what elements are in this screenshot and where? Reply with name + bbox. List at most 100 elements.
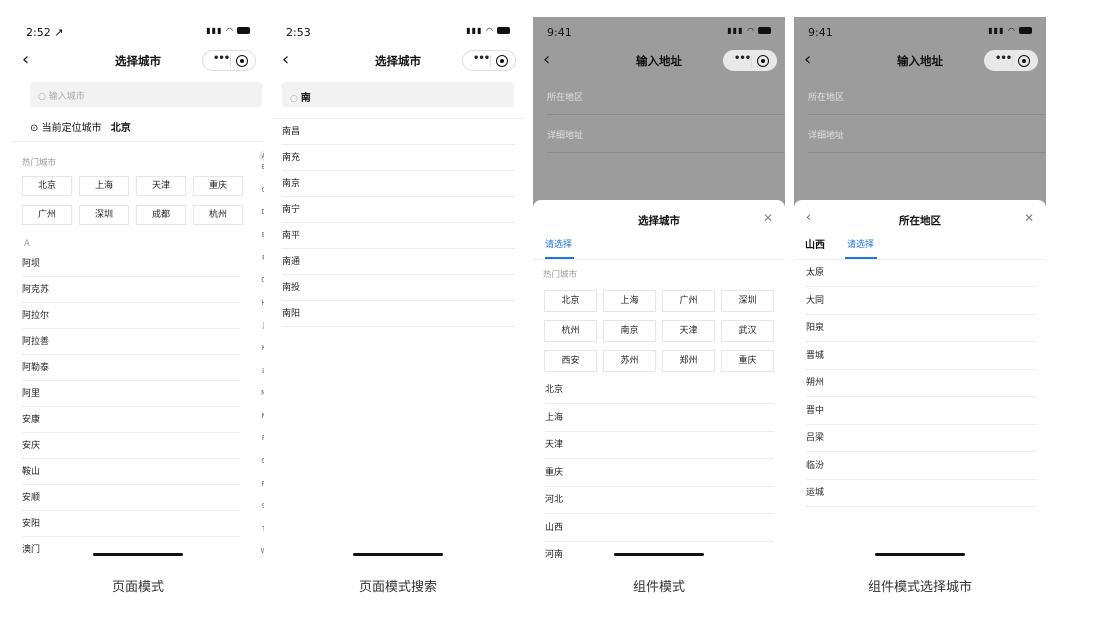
search-result-item[interactable]: 南阳 — [282, 301, 515, 327]
hot-city-button[interactable]: 武汉 — [721, 320, 774, 342]
search-result-item[interactable]: 南通 — [282, 249, 515, 275]
region-field[interactable]: 所在地区 — [808, 77, 1046, 115]
province-list-item[interactable]: 上海 — [545, 405, 774, 432]
index-letter[interactable]: C — [258, 185, 264, 196]
city-list-item[interactable]: 阿拉善 — [22, 329, 240, 355]
index-letter[interactable]: Q — [258, 456, 264, 467]
hot-city-button[interactable]: 天津 — [662, 320, 715, 342]
index-letter[interactable]: P — [258, 433, 264, 444]
detail-address-field[interactable]: 详细地址 — [808, 115, 1046, 153]
index-letter[interactable]: F — [258, 253, 264, 264]
hot-city-button[interactable]: 成都 — [136, 205, 186, 225]
city-list-item[interactable]: 吕梁 — [806, 425, 1036, 452]
hot-city-button[interactable]: 重庆 — [721, 350, 774, 372]
more-icon[interactable]: ••• — [995, 53, 1012, 64]
index-letter[interactable]: B — [258, 162, 264, 173]
hot-city-button[interactable]: 北京 — [22, 176, 72, 196]
search-result-item[interactable]: 南昌 — [282, 119, 515, 145]
city-list-item[interactable]: 临汾 — [806, 453, 1036, 480]
more-icon[interactable]: ••• — [473, 53, 490, 64]
city-search-input[interactable]: ○ 南 — [282, 82, 514, 107]
tab-please-select[interactable]: 请选择 — [847, 237, 874, 250]
index-letter[interactable]: H — [258, 298, 264, 309]
city-list-item[interactable]: 安庆 — [22, 433, 240, 459]
city-list-item[interactable]: 晋中 — [806, 398, 1036, 425]
city-list-item[interactable]: 阳泉 — [806, 315, 1036, 342]
mini-program-capsule[interactable]: ••• — [202, 50, 256, 71]
hot-city-button[interactable]: 广州 — [22, 205, 72, 225]
hot-city-button[interactable]: 上海 — [79, 176, 129, 196]
hot-city-button[interactable]: 深圳 — [79, 205, 129, 225]
province-list-item[interactable]: 山西 — [545, 515, 774, 542]
detail-address-field[interactable]: 详细地址 — [547, 115, 785, 153]
index-letter[interactable]: E — [258, 230, 264, 241]
search-result-item[interactable]: 南充 — [282, 145, 515, 171]
city-list-item[interactable]: 晋城 — [806, 343, 1036, 370]
current-location[interactable]: ⊙ 当前定位城市 北京 — [30, 119, 131, 134]
province-list-item[interactable]: 天津 — [545, 432, 774, 459]
index-letter[interactable]: L — [258, 366, 264, 377]
hot-city-button[interactable]: 杭州 — [544, 320, 597, 342]
city-list-item[interactable]: 阿拉尔 — [22, 303, 240, 329]
search-result-item[interactable]: 南投 — [282, 275, 515, 301]
city-list-item[interactable]: 阿里 — [22, 381, 240, 407]
index-letter[interactable]: K — [258, 343, 264, 354]
close-target-icon[interactable] — [1018, 55, 1030, 67]
mini-program-capsule[interactable]: ••• — [984, 50, 1038, 71]
index-letter[interactable]: G — [258, 275, 264, 286]
close-target-icon[interactable] — [236, 55, 248, 67]
city-list-item[interactable]: 安阳 — [22, 511, 240, 537]
hot-city-button[interactable]: 重庆 — [193, 176, 243, 196]
index-letter[interactable]: N — [258, 411, 264, 422]
index-letter[interactable]: D — [258, 207, 264, 218]
close-target-icon[interactable] — [496, 55, 508, 67]
city-list-item[interactable]: 阿勒泰 — [22, 355, 240, 381]
location-city[interactable]: 北京 — [111, 123, 131, 134]
hot-city-button[interactable]: 广州 — [662, 290, 715, 312]
index-letter[interactable]: J — [258, 320, 264, 331]
hot-city-button[interactable]: 深圳 — [721, 290, 774, 312]
province-list-item[interactable]: 重庆 — [545, 460, 774, 487]
mini-program-capsule[interactable]: ••• — [462, 50, 516, 71]
more-icon[interactable]: ••• — [213, 53, 230, 64]
hot-city-button[interactable]: 北京 — [544, 290, 597, 312]
region-field[interactable]: 所在地区 — [547, 77, 785, 115]
index-letter[interactable]: S — [258, 501, 264, 512]
index-letter[interactable]: A — [259, 151, 264, 161]
hot-city-button[interactable]: 杭州 — [193, 205, 243, 225]
hot-city-button[interactable]: 上海 — [603, 290, 656, 312]
city-list-item[interactable]: 朔州 — [806, 370, 1036, 397]
hot-city-button[interactable]: 苏州 — [603, 350, 656, 372]
more-icon[interactable]: ••• — [734, 53, 751, 64]
index-letter[interactable]: W — [258, 546, 264, 557]
city-list-item[interactable]: 阿克苏 — [22, 277, 240, 303]
hot-city-button[interactable]: 天津 — [136, 176, 186, 196]
index-letter[interactable]: R — [258, 479, 264, 490]
close-icon[interactable]: ✕ — [763, 211, 773, 225]
hot-city-button[interactable]: 西安 — [544, 350, 597, 372]
close-target-icon[interactable] — [757, 55, 769, 67]
hot-city-button[interactable]: 南京 — [603, 320, 656, 342]
mini-program-capsule[interactable]: ••• — [723, 50, 777, 71]
province-list-item[interactable]: 河北 — [545, 487, 774, 514]
city-list-item[interactable]: 鞍山 — [22, 459, 240, 485]
tab-province[interactable]: 山西 — [805, 236, 825, 251]
search-result-item[interactable]: 南宁 — [282, 197, 515, 223]
city-search-input[interactable]: ○ 输入城市 — [30, 82, 262, 107]
tab-please-select[interactable]: 请选择 — [545, 237, 572, 250]
city-list-item[interactable]: 安康 — [22, 407, 240, 433]
index-letter[interactable]: M — [258, 388, 264, 399]
alphabet-index[interactable]: ABCDEFGHJKLMNPQRSTWXYZ — [258, 151, 264, 562]
province-list-item[interactable]: 河南 — [545, 542, 774, 562]
city-list-item[interactable]: 太原 — [806, 260, 1036, 287]
city-list-item[interactable]: 大同 — [806, 288, 1036, 315]
search-result-item[interactable]: 南京 — [282, 171, 515, 197]
province-list-item[interactable]: 北京 — [545, 377, 774, 404]
city-list-item[interactable]: 安顺 — [22, 485, 240, 511]
hot-city-button[interactable]: 郑州 — [662, 350, 715, 372]
index-letter[interactable]: T — [258, 524, 264, 535]
city-list-item[interactable]: 阿坝 — [22, 251, 240, 277]
city-list-item[interactable]: 运城 — [806, 480, 1036, 507]
close-icon[interactable]: ✕ — [1024, 211, 1034, 225]
city-list-item[interactable]: 澳门 — [22, 537, 240, 562]
